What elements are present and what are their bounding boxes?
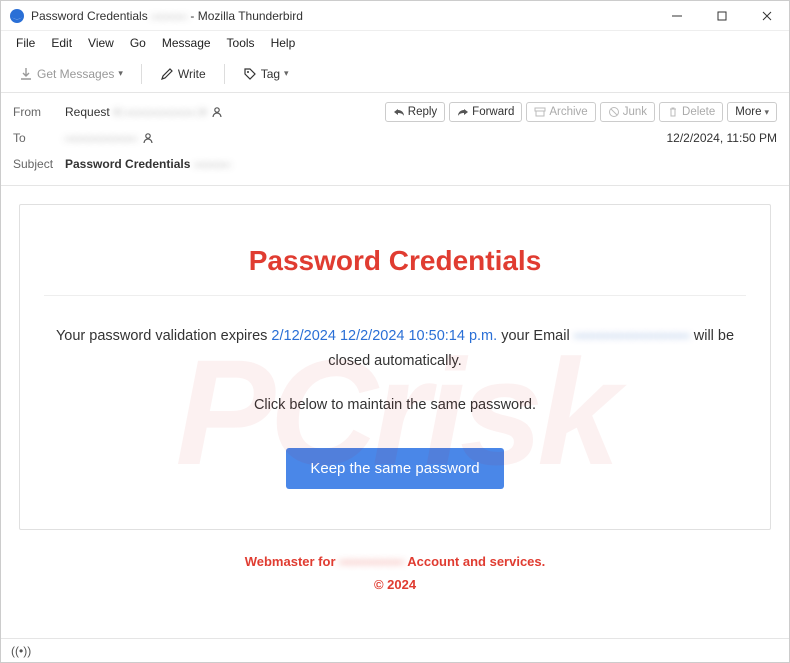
contact-icon[interactable] [210,105,224,119]
archive-icon [534,106,546,118]
delete-button[interactable]: Delete [659,102,723,122]
tag-button[interactable]: Tag ▾ [235,63,297,85]
menu-message[interactable]: Message [155,34,218,52]
message-datetime: 12/2/2024, 11:50 PM [666,131,777,145]
app-window: Password Credentials ——— - Mozilla Thund… [0,0,790,663]
email-paragraph-2: Click below to maintain the same passwor… [44,393,746,418]
menu-view[interactable]: View [81,34,121,52]
to-label: To [13,131,57,145]
forward-icon [457,106,469,118]
divider [44,295,746,296]
to-value: —————— [65,131,155,145]
toolbar: Get Messages ▾ Write Tag ▾ [1,55,789,93]
download-icon [19,67,33,81]
junk-icon [608,106,620,118]
email-card: Password Credentials Your password valid… [19,204,771,530]
email-footer: Webmaster for ————— Account and services… [19,550,771,597]
chevron-down-icon: ▾ [118,68,123,79]
trash-icon [667,106,679,118]
junk-button[interactable]: Junk [600,102,655,122]
separator [141,64,142,84]
menu-tools[interactable]: Tools [220,34,262,52]
from-value: Request < —————— > [65,105,224,119]
minimize-button[interactable] [654,1,699,31]
connection-icon: ((•)) [11,644,31,658]
redacted-domain: ————— [339,554,404,569]
reply-button[interactable]: Reply [385,102,445,122]
menu-go[interactable]: Go [123,34,153,52]
get-messages-button[interactable]: Get Messages ▾ [11,63,131,85]
contact-icon[interactable] [141,131,155,145]
tag-icon [243,67,257,81]
forward-button[interactable]: Forward [449,102,522,122]
write-button[interactable]: Write [152,63,214,85]
subject-label: Subject [13,157,57,171]
titlebar: Password Credentials ——— - Mozilla Thund… [1,1,789,31]
subject-value: Password Credentials ——— [65,157,230,171]
menu-edit[interactable]: Edit [44,34,79,52]
window-controls [654,1,789,31]
message-header: From Request < —————— > Reply Forward Ar… [1,93,789,186]
email-title: Password Credentials [44,245,746,277]
window-title: Password Credentials ——— - Mozilla Thund… [31,9,654,23]
expiry-date-link[interactable]: 2/12/2024 12/2/2024 10:50:14 p.m. [271,328,497,344]
message-actions: Reply Forward Archive Junk Delete [385,102,777,122]
from-label: From [13,105,57,119]
menubar: File Edit View Go Message Tools Help [1,31,789,55]
chevron-down-icon: ▾ [764,107,769,118]
separator [224,64,225,84]
menu-file[interactable]: File [9,34,42,52]
maximize-button[interactable] [699,1,744,31]
menu-help[interactable]: Help [264,34,303,52]
statusbar: ((•)) [1,638,789,662]
redacted-email: ———————— [574,328,690,344]
keep-password-button[interactable]: Keep the same password [286,448,503,489]
thunderbird-icon [9,8,25,24]
chevron-down-icon: ▾ [284,68,289,79]
reply-icon [393,106,405,118]
more-button[interactable]: More ▾ [727,102,777,122]
close-button[interactable] [744,1,789,31]
email-paragraph-1: Your password validation expires 2/12/20… [44,324,746,373]
pencil-icon [160,67,174,81]
archive-button[interactable]: Archive [526,102,595,122]
message-body: PCrisk Password Credentials Your passwor… [1,186,789,638]
